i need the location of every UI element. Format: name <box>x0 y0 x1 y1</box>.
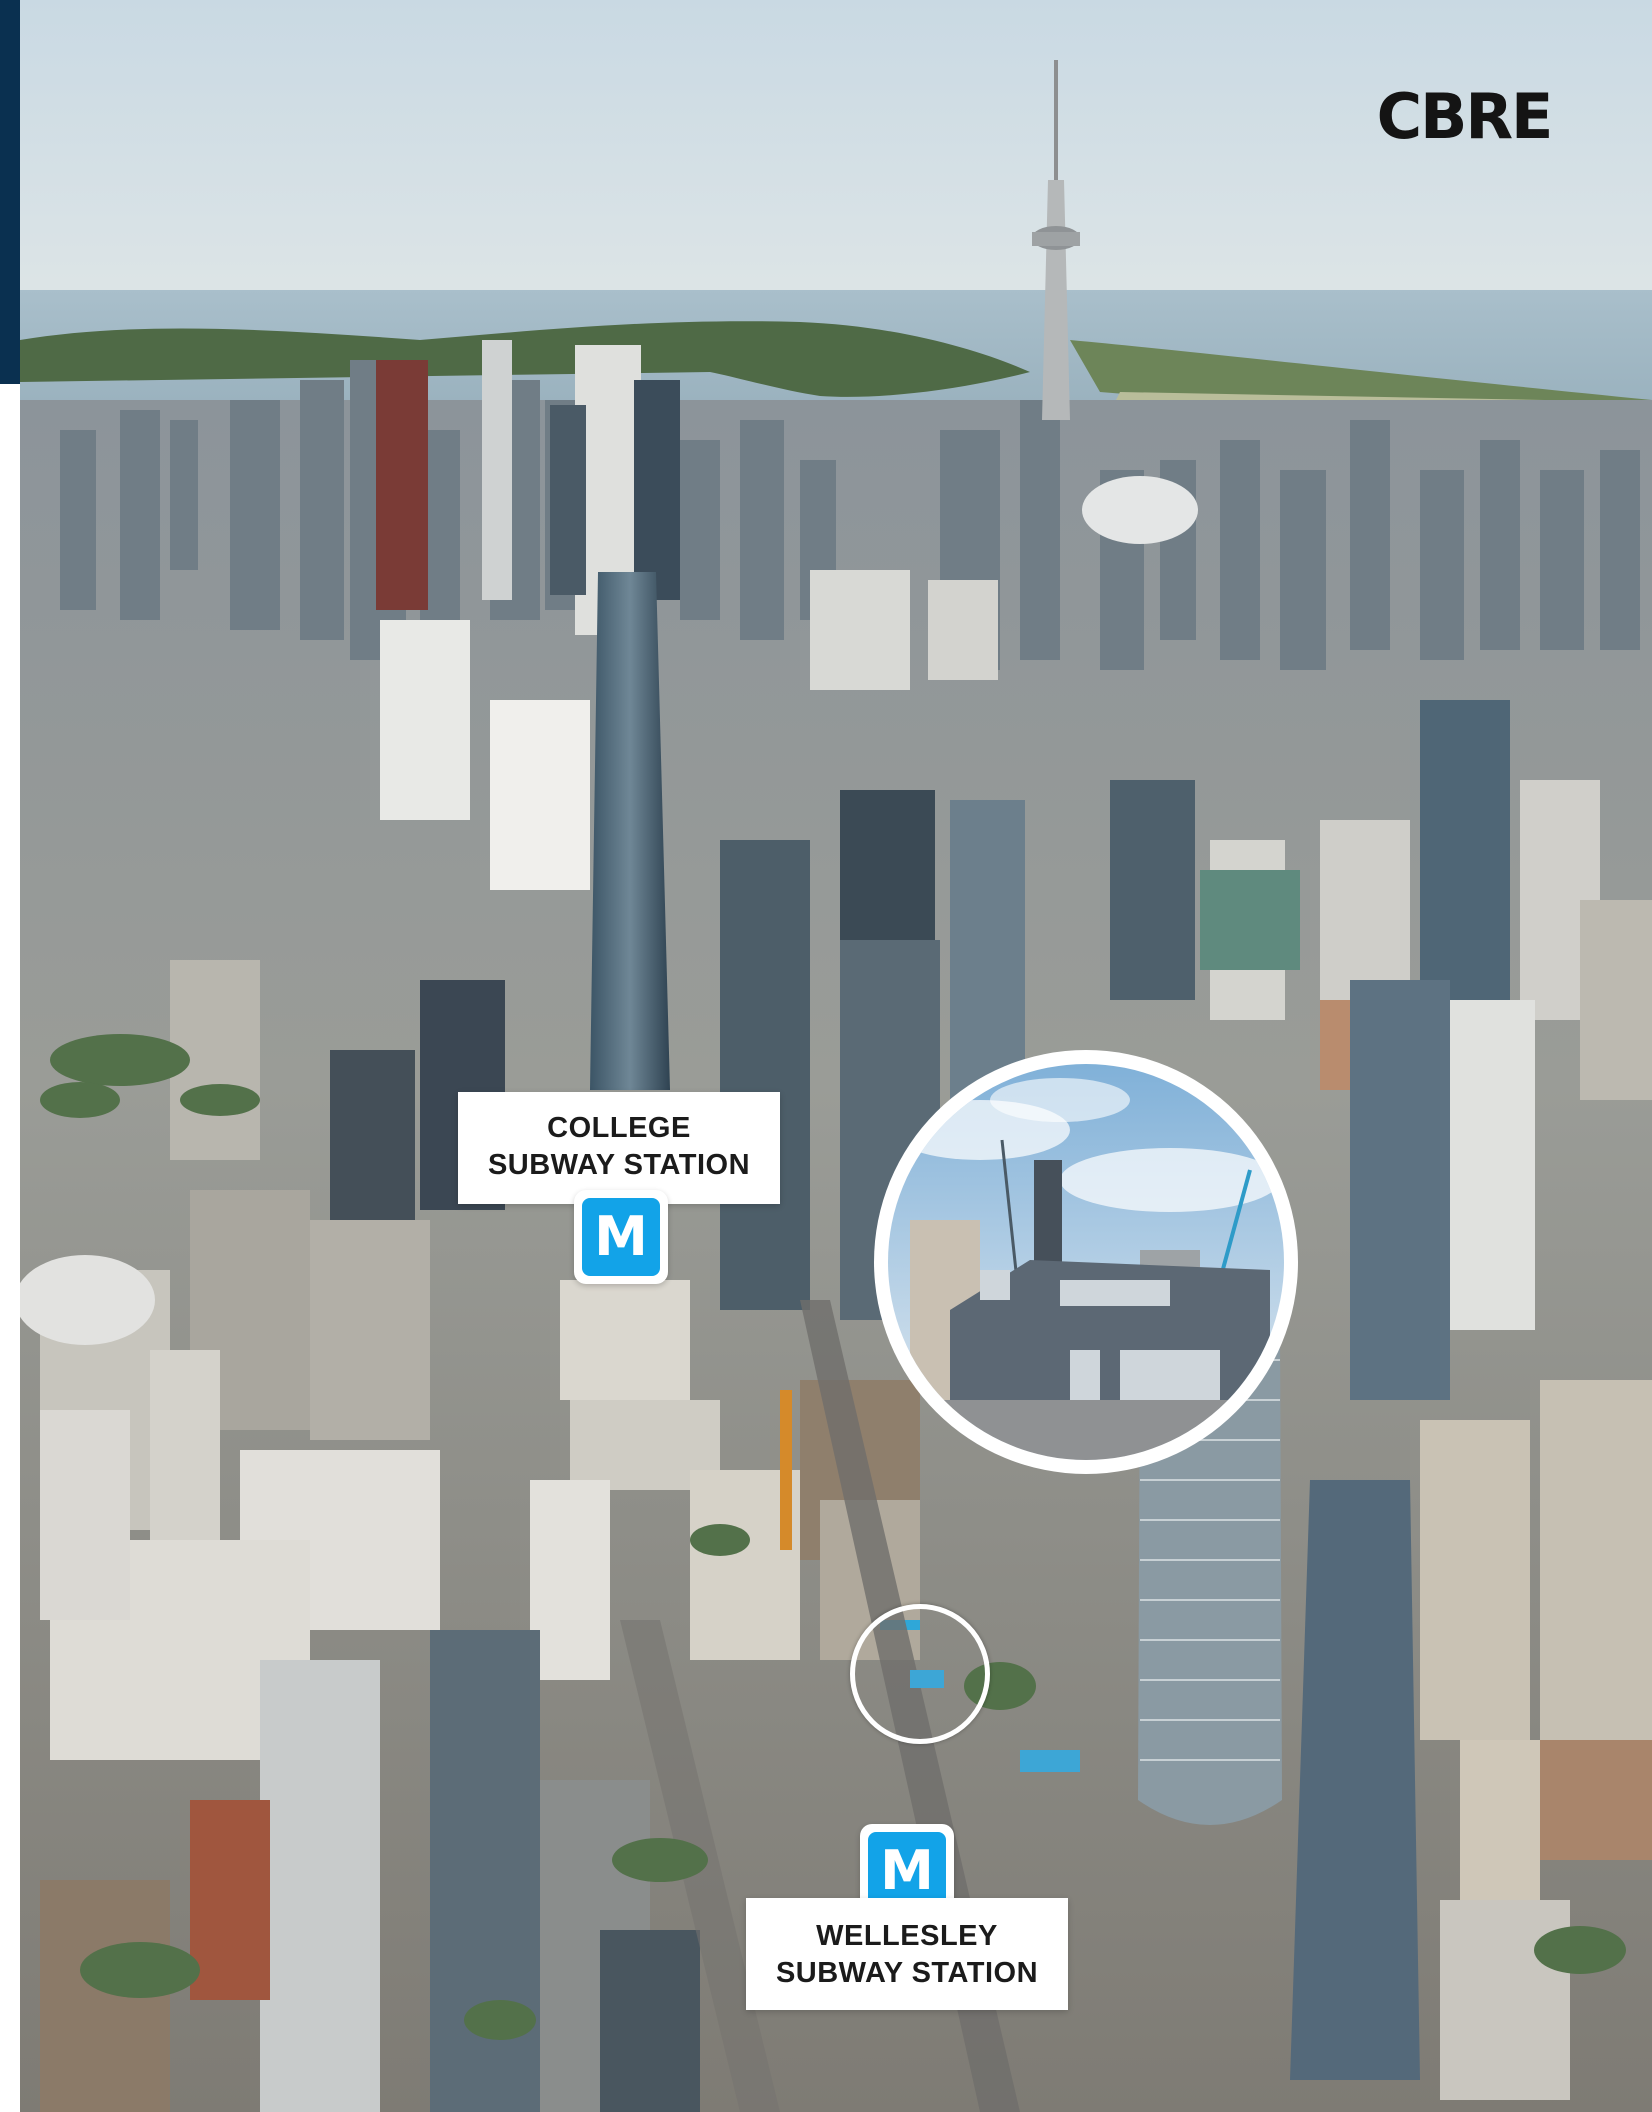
college-station-subtitle: SUBWAY STATION <box>458 1147 780 1184</box>
college-station-label: COLLEGE SUBWAY STATION <box>458 1092 780 1204</box>
site-location-ring <box>850 1604 990 1744</box>
aerial-city-photo <box>20 0 1652 2112</box>
college-station-name: COLLEGE <box>458 1110 780 1147</box>
metro-m-icon: M <box>582 1198 660 1276</box>
wellesley-station-name: WELLESLEY <box>746 1918 1068 1955</box>
wellesley-station-subtitle: SUBWAY STATION <box>746 1955 1068 1992</box>
wellesley-station-label: WELLESLEY SUBWAY STATION <box>746 1898 1068 2010</box>
college-subway-icon: M <box>574 1190 668 1284</box>
left-edge-bar <box>0 0 20 384</box>
cbre-logo: CBRE <box>1368 82 1560 152</box>
